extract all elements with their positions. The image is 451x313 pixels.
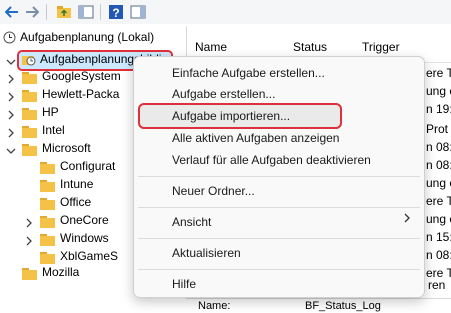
trigger-cell: ere T [426,194,451,208]
toolbar-divider-2 [100,4,101,20]
folder-icon [22,125,38,138]
folder-icon [40,197,56,210]
menu-separator [138,238,420,239]
tree-item-label: Configurat [60,159,116,173]
tree-root[interactable]: Aufgabenplanung (Lokal) [0,28,186,46]
details-name-label: Name: [198,300,231,312]
tree-item-label: HP [42,105,59,119]
column-header-trigger[interactable]: Trigger [362,40,400,54]
trigger-cell: ren [428,278,446,292]
tree-item-label: Microsoft [42,141,91,155]
tree-item-label: Mozilla [42,265,80,279]
chevron-down-icon[interactable] [6,143,16,154]
toolbar-divider [46,4,47,20]
back-arrow-icon[interactable] [4,4,20,20]
clock-icon [3,31,16,49]
trigger-cell: ere T [426,66,451,80]
chevron-right-icon[interactable] [6,125,16,138]
menu-item-help[interactable]: Hilfe [172,274,196,294]
menu-separator [138,176,420,177]
trigger-cell: n 08: [426,158,451,172]
folder-icon [40,233,56,246]
tree-item-label: Intune [60,177,94,191]
tree-item-label: Hewlett-Packa [42,87,120,101]
help-icon[interactable]: ? [108,4,124,20]
menu-item-refresh[interactable]: Aktualisieren [172,243,241,263]
folder-icon [22,143,38,156]
chevron-right-icon[interactable] [24,233,34,246]
folder-icon [22,107,38,120]
folder-icon [40,161,56,174]
forward-arrow-icon[interactable] [24,4,40,20]
tree-item-label: Windows [60,231,109,245]
menu-separator [138,207,420,208]
chevron-right-icon[interactable] [6,89,16,102]
menu-item-basic-task[interactable]: Einfache Aufgabe erstellen... [172,63,325,83]
context-menu: Einfache Aufgabe erstellen... Aufgabe er… [133,56,425,298]
chevron-down-icon[interactable] [6,54,16,65]
chevron-right-icon[interactable] [6,71,16,84]
show-hide-tree-icon[interactable] [78,4,94,20]
details-bar: Name: BF_Status_Log [186,298,451,313]
svg-text:?: ? [112,6,119,20]
folder-icon [22,89,38,102]
up-folder-icon[interactable] [56,4,72,20]
menu-item-create-task[interactable]: Aufgabe erstellen... [172,84,275,104]
menu-item-show-running[interactable]: Alle aktiven Aufgaben anzeigen [172,128,339,148]
trigger-cell: n 19: [426,102,451,116]
tree-item-label: Office [60,195,92,209]
toolbar: ? [0,0,451,24]
tree-item-label: Intel [42,123,65,137]
folder-icon [40,215,56,228]
menu-item-disable-history[interactable]: Verlauf für alle Aufgaben deaktivieren [172,150,371,170]
trigger-cell: ung e [426,84,451,98]
menu-item-new-folder[interactable]: Neuer Ordner... [172,181,255,201]
trigger-cell: ung e [426,212,451,226]
trigger-cell: n 15: [426,230,451,244]
menu-item-view[interactable]: Ansicht [172,212,211,232]
chevron-right-icon [404,212,411,226]
folder-icon [22,71,38,84]
tree-root-label: Aufgabenplanung (Lokal) [20,30,155,44]
properties-pane-icon[interactable] [130,4,146,20]
trigger-cell: n 08: [426,140,451,154]
menu-item-import-task[interactable]: Aufgabe importieren... [172,106,290,126]
trigger-cell: n 08: [426,248,451,262]
tree-item-label: GoogleSystem [42,69,121,83]
trigger-cell: ung e [426,176,451,190]
chevron-right-icon[interactable] [6,107,16,120]
tree-item-label: OneCore [60,213,109,227]
folder-icon [22,267,38,280]
folder-icon [40,251,56,264]
column-header-status[interactable]: Status [293,40,327,54]
chevron-right-icon[interactable] [24,215,34,228]
column-header-name[interactable]: Name [195,40,227,54]
trigger-cell: Prot [426,122,449,136]
folder-icon [40,179,56,192]
menu-separator [138,269,420,270]
details-name-value: BF_Status_Log [305,300,381,312]
